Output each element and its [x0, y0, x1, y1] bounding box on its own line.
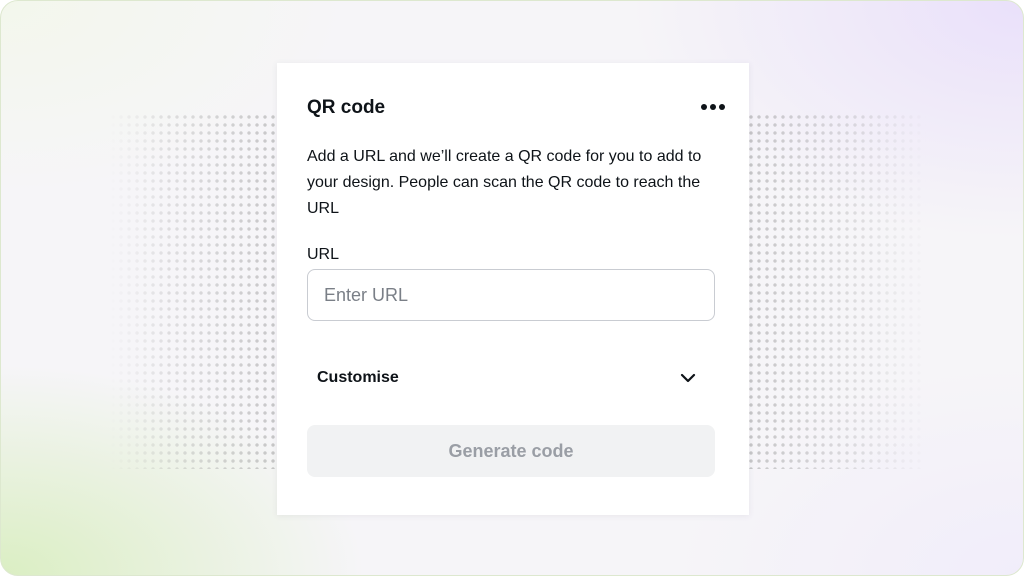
chevron-down-icon: [680, 373, 696, 383]
dot-pattern-left: [109, 113, 279, 469]
url-input[interactable]: [307, 269, 715, 321]
url-label: URL: [307, 246, 340, 263]
generate-code-button[interactable]: Generate code: [307, 425, 715, 477]
customise-toggle[interactable]: Customise: [307, 359, 715, 399]
more-horizontal-icon-dot: [719, 104, 725, 110]
app-canvas: QR code Add a URL and we’ll create a QR …: [0, 0, 1024, 576]
panel-title: QR code: [307, 97, 386, 118]
more-horizontal-icon-dot: [710, 104, 716, 110]
panel-description: Add a URL and we’ll create a QR code for…: [307, 148, 702, 217]
customise-label: Customise: [317, 369, 399, 386]
more-options-button[interactable]: [695, 95, 731, 119]
qr-code-panel: QR code Add a URL and we’ll create a QR …: [277, 63, 749, 515]
more-horizontal-icon-dot: [701, 104, 707, 110]
dot-pattern-right: [747, 113, 927, 469]
